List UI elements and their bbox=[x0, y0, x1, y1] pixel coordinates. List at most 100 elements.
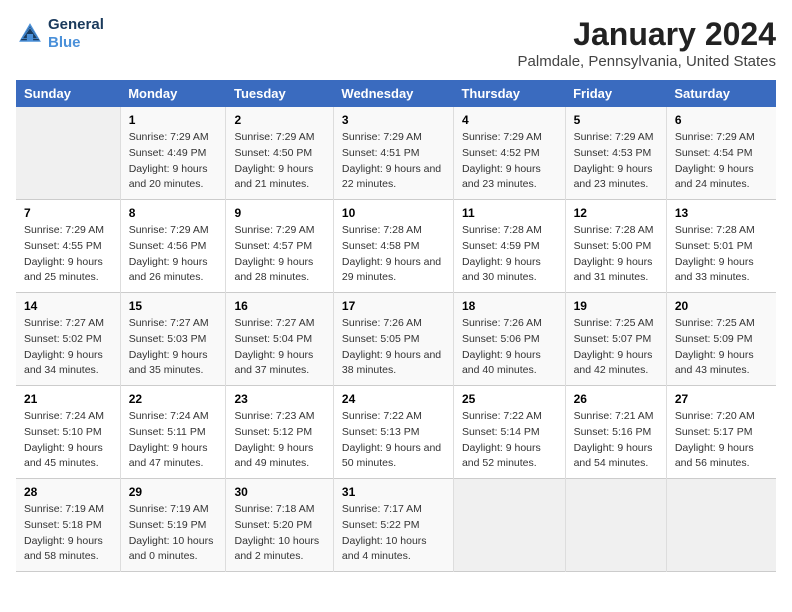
day-info: Sunrise: 7:27 AMSunset: 5:04 PMDaylight:… bbox=[234, 316, 324, 379]
calendar-cell: 14 Sunrise: 7:27 AMSunset: 5:02 PMDayligh… bbox=[16, 293, 120, 386]
calendar-cell: 28Sunrise: 7:19 AMSunset: 5:18 PMDayligh… bbox=[16, 479, 120, 572]
day-info: Sunrise: 7:23 AMSunset: 5:12 PMDaylight:… bbox=[234, 409, 324, 472]
calendar-cell: 16 Sunrise: 7:27 AMSunset: 5:04 PMDayligh… bbox=[226, 293, 333, 386]
calendar-cell: 7 Sunrise: 7:29 AMSunset: 4:55 PMDaylight… bbox=[16, 200, 120, 293]
calendar-cell: 18 Sunrise: 7:26 AMSunset: 5:06 PMDayligh… bbox=[453, 293, 565, 386]
day-number: 25 bbox=[462, 392, 557, 406]
day-number: 16 bbox=[234, 299, 324, 313]
title-block: January 2024 Palmdale, Pennsylvania, Uni… bbox=[518, 16, 776, 70]
calendar-cell: 30 Sunrise: 7:18 AMSunset: 5:20 PMDayligh… bbox=[226, 479, 333, 572]
day-number: 7 bbox=[24, 206, 112, 220]
calendar-cell: 9 Sunrise: 7:29 AMSunset: 4:57 PMDaylight… bbox=[226, 200, 333, 293]
calendar-week-row: 1 Sunrise: 7:29 AMSunset: 4:49 PMDaylight… bbox=[16, 107, 776, 200]
day-info: Sunrise: 7:19 AMSunset: 5:19 PMDaylight:… bbox=[129, 502, 218, 565]
day-number: 10 bbox=[342, 206, 445, 220]
column-header-thursday: Thursday bbox=[453, 80, 565, 107]
day-info: Sunrise: 7:28 AMSunset: 5:00 PMDaylight:… bbox=[574, 223, 658, 286]
day-info: Sunrise: 7:29 AMSunset: 4:51 PMDaylight:… bbox=[342, 130, 445, 193]
column-header-saturday: Saturday bbox=[666, 80, 776, 107]
day-number: 30 bbox=[234, 485, 324, 499]
logo-text-line2: Blue bbox=[48, 34, 104, 52]
calendar-week-row: 7 Sunrise: 7:29 AMSunset: 4:55 PMDaylight… bbox=[16, 200, 776, 293]
calendar-cell: 20 Sunrise: 7:25 AMSunset: 5:09 PMDayligh… bbox=[666, 293, 776, 386]
day-number: 20 bbox=[675, 299, 768, 313]
day-info: Sunrise: 7:24 AMSunset: 5:10 PMDaylight:… bbox=[24, 409, 112, 472]
calendar-cell bbox=[16, 107, 120, 200]
column-header-tuesday: Tuesday bbox=[226, 80, 333, 107]
day-number: 19 bbox=[574, 299, 658, 313]
day-number: 13 bbox=[675, 206, 768, 220]
day-number: 31 bbox=[342, 485, 445, 499]
day-info: Sunrise: 7:27 AMSunset: 5:03 PMDaylight:… bbox=[129, 316, 218, 379]
day-number: 14 bbox=[24, 299, 112, 313]
day-number: 8 bbox=[129, 206, 218, 220]
calendar-cell bbox=[453, 479, 565, 572]
day-info: Sunrise: 7:28 AMSunset: 4:58 PMDaylight:… bbox=[342, 223, 445, 286]
calendar-cell: 15 Sunrise: 7:27 AMSunset: 5:03 PMDayligh… bbox=[120, 293, 226, 386]
calendar-cell: 23Sunrise: 7:23 AMSunset: 5:12 PMDayligh… bbox=[226, 386, 333, 479]
calendar-cell: 5 Sunrise: 7:29 AMSunset: 4:53 PMDaylight… bbox=[565, 107, 666, 200]
calendar-cell: 22Sunrise: 7:24 AMSunset: 5:11 PMDayligh… bbox=[120, 386, 226, 479]
logo-icon bbox=[16, 20, 44, 48]
day-number: 3 bbox=[342, 113, 445, 127]
calendar-cell: 4 Sunrise: 7:29 AMSunset: 4:52 PMDaylight… bbox=[453, 107, 565, 200]
day-info: Sunrise: 7:29 AMSunset: 4:49 PMDaylight:… bbox=[129, 130, 218, 193]
calendar-cell bbox=[565, 479, 666, 572]
day-number: 4 bbox=[462, 113, 557, 127]
day-info: Sunrise: 7:22 AMSunset: 5:13 PMDaylight:… bbox=[342, 409, 445, 472]
calendar-cell: 8 Sunrise: 7:29 AMSunset: 4:56 PMDaylight… bbox=[120, 200, 226, 293]
day-number: 17 bbox=[342, 299, 445, 313]
day-info: Sunrise: 7:25 AMSunset: 5:09 PMDaylight:… bbox=[675, 316, 768, 379]
calendar-cell: 17 Sunrise: 7:26 AMSunset: 5:05 PMDayligh… bbox=[333, 293, 453, 386]
day-info: Sunrise: 7:26 AMSunset: 5:05 PMDaylight:… bbox=[342, 316, 445, 379]
column-header-friday: Friday bbox=[565, 80, 666, 107]
calendar-week-row: 21Sunrise: 7:24 AMSunset: 5:10 PMDayligh… bbox=[16, 386, 776, 479]
logo: General Blue bbox=[16, 16, 104, 52]
day-info: Sunrise: 7:29 AMSunset: 4:57 PMDaylight:… bbox=[234, 223, 324, 286]
calendar-cell: 10 Sunrise: 7:28 AMSunset: 4:58 PMDayligh… bbox=[333, 200, 453, 293]
calendar-cell: 24 Sunrise: 7:22 AMSunset: 5:13 PMDayligh… bbox=[333, 386, 453, 479]
day-info: Sunrise: 7:20 AMSunset: 5:17 PMDaylight:… bbox=[675, 409, 768, 472]
column-header-monday: Monday bbox=[120, 80, 226, 107]
day-number: 2 bbox=[234, 113, 324, 127]
calendar-cell: 11Sunrise: 7:28 AMSunset: 4:59 PMDayligh… bbox=[453, 200, 565, 293]
day-info: Sunrise: 7:29 AMSunset: 4:52 PMDaylight:… bbox=[462, 130, 557, 193]
day-number: 27 bbox=[675, 392, 768, 406]
column-header-wednesday: Wednesday bbox=[333, 80, 453, 107]
calendar-cell: 25 Sunrise: 7:22 AMSunset: 5:14 PMDayligh… bbox=[453, 386, 565, 479]
calendar-table: SundayMondayTuesdayWednesdayThursdayFrid… bbox=[16, 80, 776, 572]
day-number: 18 bbox=[462, 299, 557, 313]
day-number: 22 bbox=[129, 392, 218, 406]
day-number: 6 bbox=[675, 113, 768, 127]
day-info: Sunrise: 7:26 AMSunset: 5:06 PMDaylight:… bbox=[462, 316, 557, 379]
calendar-cell: 13 Sunrise: 7:28 AMSunset: 5:01 PMDayligh… bbox=[666, 200, 776, 293]
day-info: Sunrise: 7:19 AMSunset: 5:18 PMDaylight:… bbox=[24, 502, 112, 565]
day-number: 12 bbox=[574, 206, 658, 220]
day-number: 9 bbox=[234, 206, 324, 220]
calendar-cell: 29Sunrise: 7:19 AMSunset: 5:19 PMDayligh… bbox=[120, 479, 226, 572]
day-info: Sunrise: 7:18 AMSunset: 5:20 PMDaylight:… bbox=[234, 502, 324, 565]
day-number: 15 bbox=[129, 299, 218, 313]
day-info: Sunrise: 7:29 AMSunset: 4:53 PMDaylight:… bbox=[574, 130, 658, 193]
day-number: 11 bbox=[462, 206, 557, 220]
calendar-cell: 1 Sunrise: 7:29 AMSunset: 4:49 PMDaylight… bbox=[120, 107, 226, 200]
calendar-cell: 12 Sunrise: 7:28 AMSunset: 5:00 PMDayligh… bbox=[565, 200, 666, 293]
calendar-cell: 6 Sunrise: 7:29 AMSunset: 4:54 PMDaylight… bbox=[666, 107, 776, 200]
calendar-cell: 19Sunrise: 7:25 AMSunset: 5:07 PMDayligh… bbox=[565, 293, 666, 386]
day-info: Sunrise: 7:28 AMSunset: 5:01 PMDaylight:… bbox=[675, 223, 768, 286]
day-number: 1 bbox=[129, 113, 218, 127]
day-info: Sunrise: 7:22 AMSunset: 5:14 PMDaylight:… bbox=[462, 409, 557, 472]
calendar-week-row: 14 Sunrise: 7:27 AMSunset: 5:02 PMDayligh… bbox=[16, 293, 776, 386]
day-info: Sunrise: 7:29 AMSunset: 4:56 PMDaylight:… bbox=[129, 223, 218, 286]
day-info: Sunrise: 7:27 AMSunset: 5:02 PMDaylight:… bbox=[24, 316, 112, 379]
day-info: Sunrise: 7:29 AMSunset: 4:54 PMDaylight:… bbox=[675, 130, 768, 193]
calendar-cell: 31Sunrise: 7:17 AMSunset: 5:22 PMDayligh… bbox=[333, 479, 453, 572]
calendar-week-row: 28Sunrise: 7:19 AMSunset: 5:18 PMDayligh… bbox=[16, 479, 776, 572]
day-info: Sunrise: 7:29 AMSunset: 4:55 PMDaylight:… bbox=[24, 223, 112, 286]
day-number: 26 bbox=[574, 392, 658, 406]
month-title: January 2024 bbox=[518, 16, 776, 53]
day-info: Sunrise: 7:29 AMSunset: 4:50 PMDaylight:… bbox=[234, 130, 324, 193]
day-number: 5 bbox=[574, 113, 658, 127]
day-number: 24 bbox=[342, 392, 445, 406]
calendar-header-row: SundayMondayTuesdayWednesdayThursdayFrid… bbox=[16, 80, 776, 107]
